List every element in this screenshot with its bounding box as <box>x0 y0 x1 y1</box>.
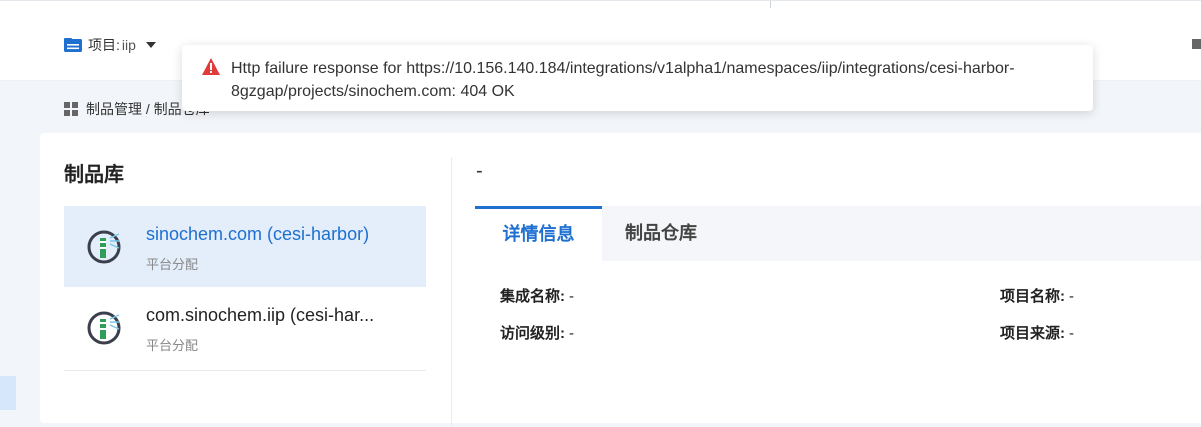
warning-icon <box>202 58 220 75</box>
detail-tabs: 详情信息 制品仓库 <box>475 206 1201 261</box>
project-source-field: 项目来源: - <box>1000 322 1074 343</box>
artifact-name: com.sinochem.iip (cesi-har... <box>146 305 375 325</box>
panel-divider <box>451 157 452 427</box>
tab-repositories[interactable]: 制品仓库 <box>625 206 697 261</box>
integration-name-field: 集成名称: - <box>500 285 574 306</box>
artifact-list: sinochem.com (cesi-harbor) 平台分配 com.sino… <box>64 206 426 371</box>
project-value: iip <box>121 37 136 53</box>
project-switcher[interactable]: 项目: iip <box>64 35 156 55</box>
card-title: 制品库 <box>64 164 124 186</box>
integration-name-label: 集成名称: <box>500 288 565 305</box>
tab-details[interactable]: 详情信息 <box>475 206 602 261</box>
artifact-source: 平台分配 <box>146 338 199 353</box>
list-divider <box>64 370 426 371</box>
project-name-value: - <box>1069 288 1074 305</box>
error-toast: Http failure response for https://10.156… <box>182 45 1093 111</box>
grid-icon <box>64 102 78 116</box>
project-source-label: 项目来源: <box>1000 325 1065 342</box>
project-name-label: 项目名称: <box>1000 288 1065 305</box>
caret-down-icon <box>145 42 156 48</box>
left-nav-edge <box>0 376 16 410</box>
project-source-value: - <box>1069 325 1074 342</box>
artifact-card: 制品库 sinochem.com (cesi-harbor) 平台分配 com.… <box>40 133 1201 427</box>
artifact-name: sinochem.com (cesi-harbor) <box>146 224 370 244</box>
access-level-field: 访问级别: - <box>500 322 574 343</box>
project-label: 项目: <box>88 37 120 53</box>
artifact-item-sinochem-iip[interactable]: com.sinochem.iip (cesi-har... 平台分配 <box>64 287 426 368</box>
harbor-logo-icon <box>87 311 121 345</box>
artifact-item-sinochem[interactable]: sinochem.com (cesi-harbor) 平台分配 <box>64 206 426 287</box>
access-level-label: 访问级别: <box>500 325 565 342</box>
topbar-divider <box>770 1 771 8</box>
detail-title: - <box>476 160 483 182</box>
integration-name-value: - <box>569 288 574 305</box>
project-name-field: 项目名称: - <box>1000 285 1074 306</box>
speaker-icon[interactable] <box>1192 39 1201 49</box>
folder-icon <box>64 38 82 52</box>
harbor-logo-icon <box>87 230 121 264</box>
artifact-source: 平台分配 <box>146 257 199 272</box>
access-level-value: - <box>569 325 574 342</box>
toast-message: Http failure response for https://10.156… <box>231 60 1015 100</box>
